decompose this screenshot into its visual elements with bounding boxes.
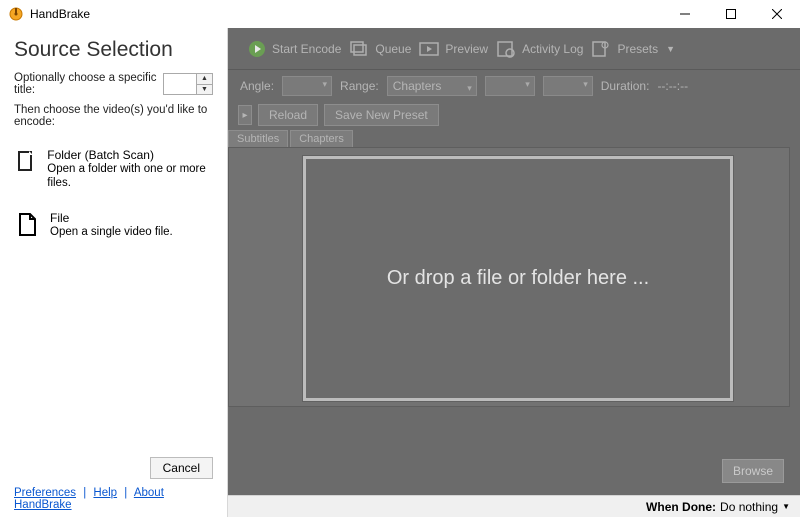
open-folder-title: Folder (Batch Scan) [47, 148, 213, 162]
minimize-button[interactable] [662, 0, 708, 28]
presets-icon [591, 40, 611, 58]
reload-button: Reload [258, 104, 318, 126]
choose-video-hint: Then choose the video(s) you'd like to e… [14, 104, 213, 128]
spinner-up-button[interactable]: ▲ [197, 74, 212, 84]
when-done-value[interactable]: Do nothing [720, 500, 778, 514]
presets-button: Presets ▼ [591, 40, 675, 58]
angle-select: ▾ [282, 76, 332, 96]
range-end-select: ▾ [543, 76, 593, 96]
specific-title-spinner[interactable]: ▲ ▼ [163, 73, 213, 95]
file-icon [14, 211, 40, 239]
specific-title-label: Optionally choose a specific title: [14, 72, 157, 96]
maximize-button[interactable] [708, 0, 754, 28]
preview-label: Preview [445, 42, 488, 56]
queue-icon [349, 40, 369, 58]
close-button[interactable] [754, 0, 800, 28]
specific-title-input[interactable] [163, 73, 197, 95]
open-folder-desc: Open a folder with one or more files. [47, 162, 213, 191]
source-selection-panel: Source Selection Optionally choose a spe… [0, 28, 228, 517]
tab-subtitles: Subtitles [228, 130, 288, 147]
drop-zone[interactable]: Or drop a file or folder here ... [303, 156, 733, 401]
preview-button: Preview [419, 40, 488, 58]
start-encode-button: Start Encode [248, 40, 341, 58]
presets-label: Presets [617, 42, 658, 56]
preferences-link[interactable]: Preferences [14, 487, 76, 499]
help-link[interactable]: Help [93, 487, 117, 499]
cancel-button[interactable]: Cancel [150, 457, 213, 479]
tab-chapters: Chapters [290, 130, 353, 147]
activity-log-icon [496, 40, 516, 58]
range-label: Range: [340, 79, 379, 93]
range-mode-select: Chapters▾ [387, 76, 477, 96]
queue-button: Queue [349, 40, 411, 58]
angle-label: Angle: [240, 79, 274, 93]
when-done-label: When Done: [646, 500, 716, 514]
start-encode-label: Start Encode [272, 42, 341, 56]
spinner-down-button[interactable]: ▼ [197, 84, 212, 95]
duration-value: --:--:-- [657, 79, 688, 93]
preview-icon [419, 40, 439, 58]
save-new-preset-button: Save New Preset [324, 104, 439, 126]
activity-log-button: Activity Log [496, 40, 583, 58]
drop-zone-text: Or drop a file or folder here ... [387, 267, 649, 290]
browse-button: Browse [722, 459, 784, 483]
open-folder-option[interactable]: Folder (Batch Scan) Open a folder with o… [14, 148, 213, 191]
queue-label: Queue [375, 42, 411, 56]
range-start-select: ▾ [485, 76, 535, 96]
activity-log-label: Activity Log [522, 42, 583, 56]
play-icon [248, 40, 266, 58]
handbrake-icon [8, 6, 24, 22]
chevron-down-icon: ▼ [666, 44, 675, 54]
expand-preset-button: ▸ [238, 105, 252, 125]
open-file-title: File [50, 211, 173, 225]
open-file-desc: Open a single video file. [50, 225, 173, 239]
window-buttons [662, 0, 800, 28]
range-mode-value: Chapters [393, 79, 442, 93]
open-file-option[interactable]: File Open a single video file. [14, 211, 213, 239]
titlebar: HandBrake [0, 0, 800, 28]
footer-links: Preferences | Help | About HandBrake [14, 487, 213, 511]
duration-label: Duration: [601, 79, 650, 93]
folder-icon [14, 148, 37, 191]
window-title: HandBrake [30, 7, 90, 21]
panel-heading: Source Selection [14, 38, 213, 62]
chevron-down-icon: ▼ [782, 502, 790, 511]
